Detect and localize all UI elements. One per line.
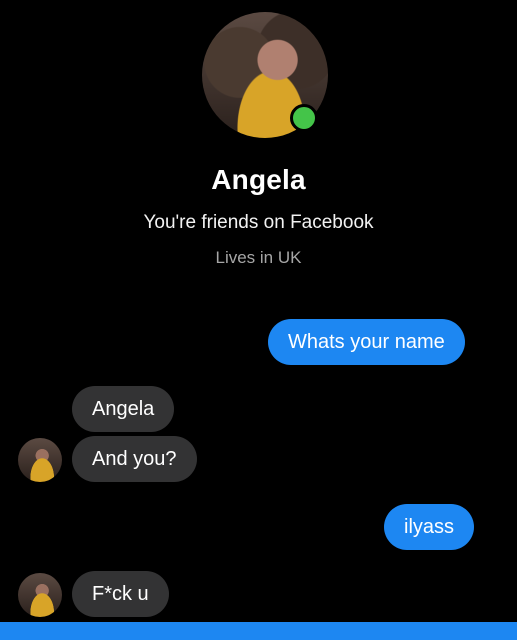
contact-name[interactable]: Angela (0, 164, 517, 196)
sender-avatar[interactable] (18, 573, 62, 617)
message-bubble-outgoing[interactable]: Whats your name (268, 319, 465, 365)
message-bubble-incoming[interactable]: Angela (72, 386, 175, 432)
sender-avatar[interactable] (18, 438, 62, 482)
location-info: Lives in UK (215, 248, 302, 267)
message-bubble-incoming[interactable]: And you? (72, 436, 197, 482)
composer-bar[interactable] (0, 622, 517, 640)
message-bubble-incoming[interactable]: F*ck u (72, 571, 169, 617)
message-bubble-outgoing[interactable]: ilyass (384, 504, 475, 550)
friends-status: You're friends on Facebook (143, 212, 374, 233)
online-status-icon (290, 104, 318, 132)
